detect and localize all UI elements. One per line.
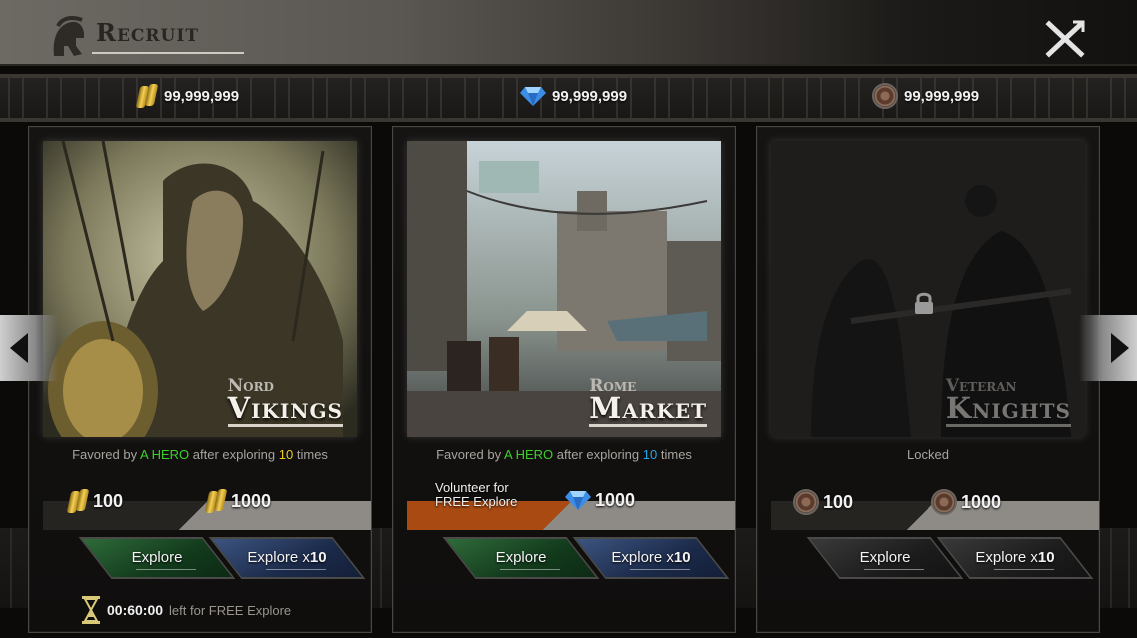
title-underline <box>92 52 244 54</box>
card-name: Knights <box>945 391 1071 425</box>
explore10-cost-value: 1000 <box>961 491 1002 512</box>
favor-pre: Favored by <box>436 447 502 462</box>
page-title: Recruit <box>96 18 199 47</box>
recruit-card-vikings: Nord Vikings Favored by A HERO after exp… <box>28 126 372 633</box>
favor-count: 10 <box>278 447 294 462</box>
market-artwork: Rome Market <box>407 141 721 437</box>
favor-post: times <box>660 447 692 462</box>
chevron-left-icon <box>10 333 28 363</box>
explore-label: Explore <box>495 549 547 566</box>
free-explore-timer: 00:60:00 left for FREE Explore <box>81 595 291 625</box>
market-name-plate: Rome Market <box>589 378 707 427</box>
vikings-name-plate: Nord Vikings <box>227 378 343 427</box>
explore10-cost: 1000 <box>931 489 1001 515</box>
explore-x10-button[interactable]: Explore x10 <box>208 537 366 579</box>
gold-ingot-icon <box>67 489 89 513</box>
volunteer-line1: Volunteer for <box>435 480 509 495</box>
explore-label: Explore <box>859 549 911 566</box>
timer-text: left for FREE Explore <box>169 602 292 618</box>
explore-x10-button[interactable]: Explore x10 <box>572 537 730 579</box>
timer-time: 00:60:00 <box>107 602 164 618</box>
shield-token-icon <box>872 83 898 109</box>
explore10-cost: 1000 <box>565 489 635 511</box>
gem-icon <box>520 87 546 106</box>
explore-cost-value: 100 <box>93 490 124 511</box>
gold-ingot-icon <box>136 84 158 108</box>
favor-mid: after exploring <box>556 447 640 462</box>
favor-hero: A HERO <box>504 447 554 462</box>
explore-button[interactable]: Explore <box>806 537 964 579</box>
next-arrow-button[interactable] <box>1079 315 1137 381</box>
shield-token-icon <box>931 489 957 515</box>
favor-pre: Favored by <box>72 447 138 462</box>
recruit-card-market: Rome Market Favored by A HERO after expl… <box>392 126 736 633</box>
shield-token-icon <box>793 489 819 515</box>
explore-label: Explore <box>131 549 183 566</box>
favor-post: times <box>296 447 328 462</box>
lock-icon <box>915 292 933 314</box>
explore-button[interactable]: Explore <box>442 537 600 579</box>
explore-x10-label: Explore x10 <box>611 549 691 566</box>
explore-cost: 100 <box>67 489 123 513</box>
gold-ingot-icon <box>205 489 227 513</box>
favor-count: 10 <box>642 447 658 462</box>
explore-cost-value: 100 <box>823 491 854 512</box>
card-name: Market <box>589 391 707 425</box>
chevron-right-icon <box>1111 333 1129 363</box>
favor-text: Favored by A HERO after exploring 10 tim… <box>29 447 371 462</box>
card-name: Vikings <box>227 391 343 425</box>
gem-currency: 99,999,999 <box>520 84 627 108</box>
spartan-helmet-icon <box>53 16 85 56</box>
explore-x10-button[interactable]: Explore x10 <box>936 537 1094 579</box>
vikings-artwork: Nord Vikings <box>43 141 357 437</box>
explore-button[interactable]: Explore <box>78 537 236 579</box>
explore10-cost: 1000 <box>205 489 271 513</box>
explore10-cost-value: 1000 <box>231 490 272 511</box>
explore-x10-label: Explore x10 <box>247 549 327 566</box>
recruit-card-knights: Veteran Knights Locked 100 1000 Explore … <box>756 126 1100 633</box>
gem-amount: 99,999,999 <box>552 87 628 105</box>
explore-x10-label: Explore x10 <box>975 549 1055 566</box>
knights-artwork: Veteran Knights <box>771 141 1085 437</box>
gem-icon <box>565 491 591 510</box>
close-button[interactable] <box>1045 20 1085 58</box>
volunteer-line2: FREE Explore <box>435 494 518 509</box>
favor-text: Favored by A HERO after exploring 10 tim… <box>393 447 735 462</box>
knights-name-plate: Veteran Knights <box>945 378 1071 427</box>
volunteer-free-explore: Volunteer for FREE Explore <box>435 481 517 509</box>
explore10-cost-value: 1000 <box>595 489 636 510</box>
favor-hero: A HERO <box>140 447 190 462</box>
hourglass-icon <box>82 596 100 624</box>
gold-currency: 99,999,999 <box>136 84 239 108</box>
locked-status: Locked <box>907 447 949 462</box>
favor-mid: after exploring <box>192 447 276 462</box>
header-bar: Recruit <box>0 0 1137 66</box>
explore-cost: 100 <box>793 489 853 515</box>
gold-amount: 99,999,999 <box>164 87 240 105</box>
shield-currency: 99,999,999 <box>872 83 980 109</box>
previous-arrow-button[interactable] <box>0 315 58 381</box>
shield-amount: 99,999,999 <box>904 87 980 105</box>
